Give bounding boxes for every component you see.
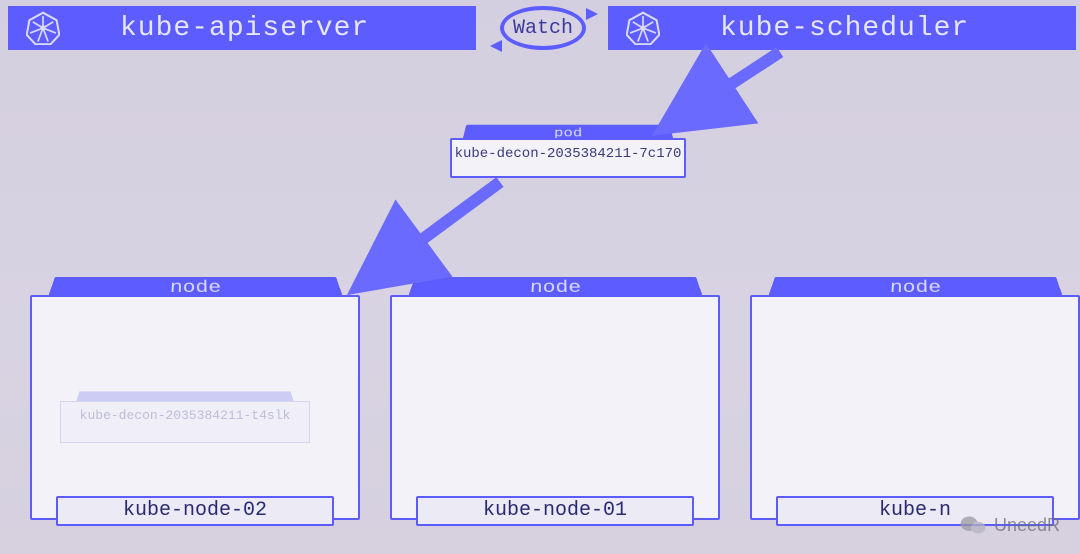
arrow-scheduler-to-pod [676,52,780,120]
node-body [390,295,720,520]
watermark-text: UneedR [994,515,1060,536]
node-block-01: node kube-node-01 [390,270,720,520]
node-name-bar: kube-node-01 [416,496,693,526]
watch-arrow-left-tip-icon [490,40,502,52]
node-block-02: node kube-decon-2035384211-t4slk kube-no… [30,270,360,520]
scheduler-label: kube-scheduler [720,13,969,44]
scheduler-bar: kube-scheduler [608,6,1076,50]
node-block-right: node kube-n [750,270,1080,520]
apiserver-bar: kube-apiserver [8,6,476,50]
apiserver-label: kube-apiserver [120,13,369,44]
wechat-icon [960,514,986,536]
pod-name-label: kube-decon-2035384211-7c170 [452,146,684,162]
kubernetes-icon [26,11,60,45]
watermark: UneedR [960,514,1060,536]
node-body: kube-decon-2035384211-t4slk [30,295,360,520]
ghost-pod-block: kube-decon-2035384211-t4slk [60,387,310,443]
arrow-pod-to-node [370,182,500,278]
watch-oval: Watch [500,6,586,50]
ghost-pod-name: kube-decon-2035384211-t4slk [60,401,310,443]
pod-front: kube-decon-2035384211-7c170 [450,138,686,178]
node-body [750,295,1080,520]
watch-arrow-right-tip-icon [586,8,598,20]
pod-block: pod kube-decon-2035384211-7c170 [450,120,686,178]
watch-label: Watch [513,17,573,40]
kubernetes-icon [626,11,660,45]
node-name-bar: kube-node-02 [56,496,333,526]
